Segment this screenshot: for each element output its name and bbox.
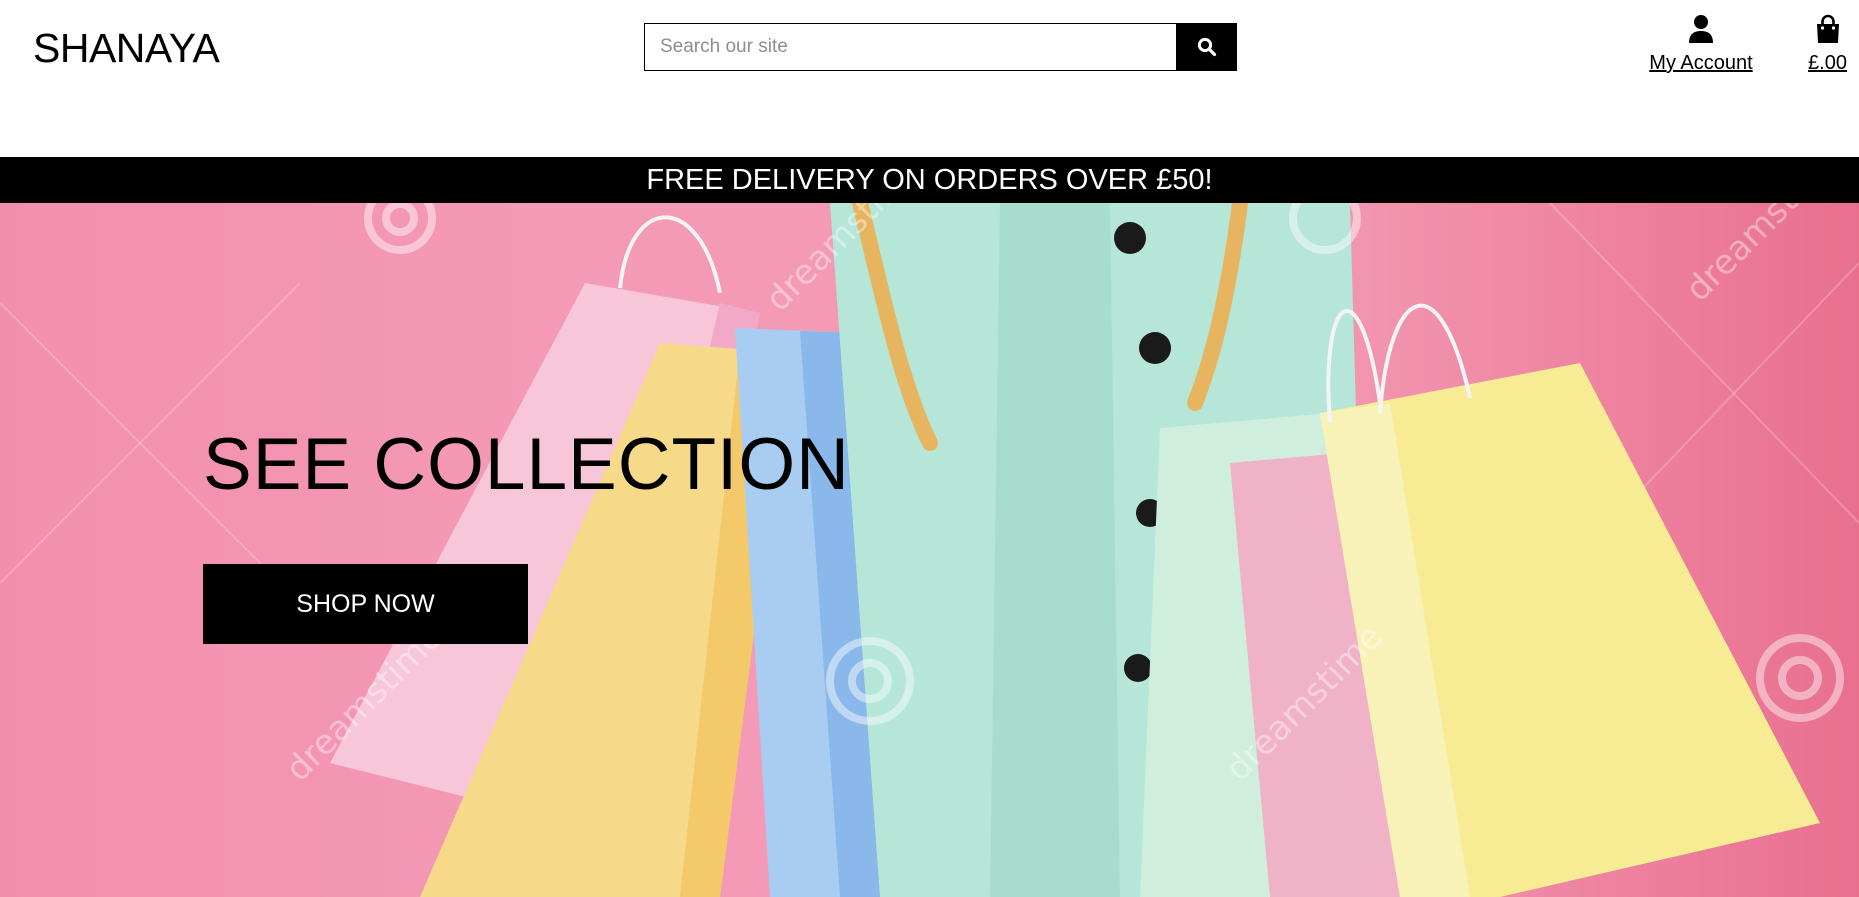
hero-image: dreamstime dreamstime dreamstime dreamst… — [0, 203, 1859, 897]
shopping-bag-icon — [1816, 14, 1839, 43]
cart-link[interactable]: £.00 — [1796, 14, 1859, 76]
free-delivery-banner: FREE DELIVERY ON ORDERS OVER £50! — [0, 157, 1859, 203]
search-icon — [1197, 37, 1216, 57]
my-account-link[interactable]: My Account — [1640, 14, 1762, 76]
hero-title: SEE COLLECTION — [203, 424, 850, 505]
shop-now-button[interactable]: SHOP NOW — [203, 564, 528, 644]
cart-total: £.00 — [1808, 52, 1847, 74]
my-account-label: My Account — [1649, 52, 1753, 74]
brand-logo[interactable]: SHANAYA — [33, 24, 220, 72]
search-form — [644, 23, 1237, 71]
hero-section: dreamstime dreamstime dreamstime dreamst… — [0, 203, 1859, 897]
search-input[interactable] — [644, 23, 1176, 71]
watermark-text: dreamstime — [1678, 203, 1851, 309]
user-icon — [1689, 15, 1713, 43]
search-button[interactable] — [1176, 23, 1237, 71]
site-header: SHANAYA My Account £.00 — [0, 0, 1859, 157]
